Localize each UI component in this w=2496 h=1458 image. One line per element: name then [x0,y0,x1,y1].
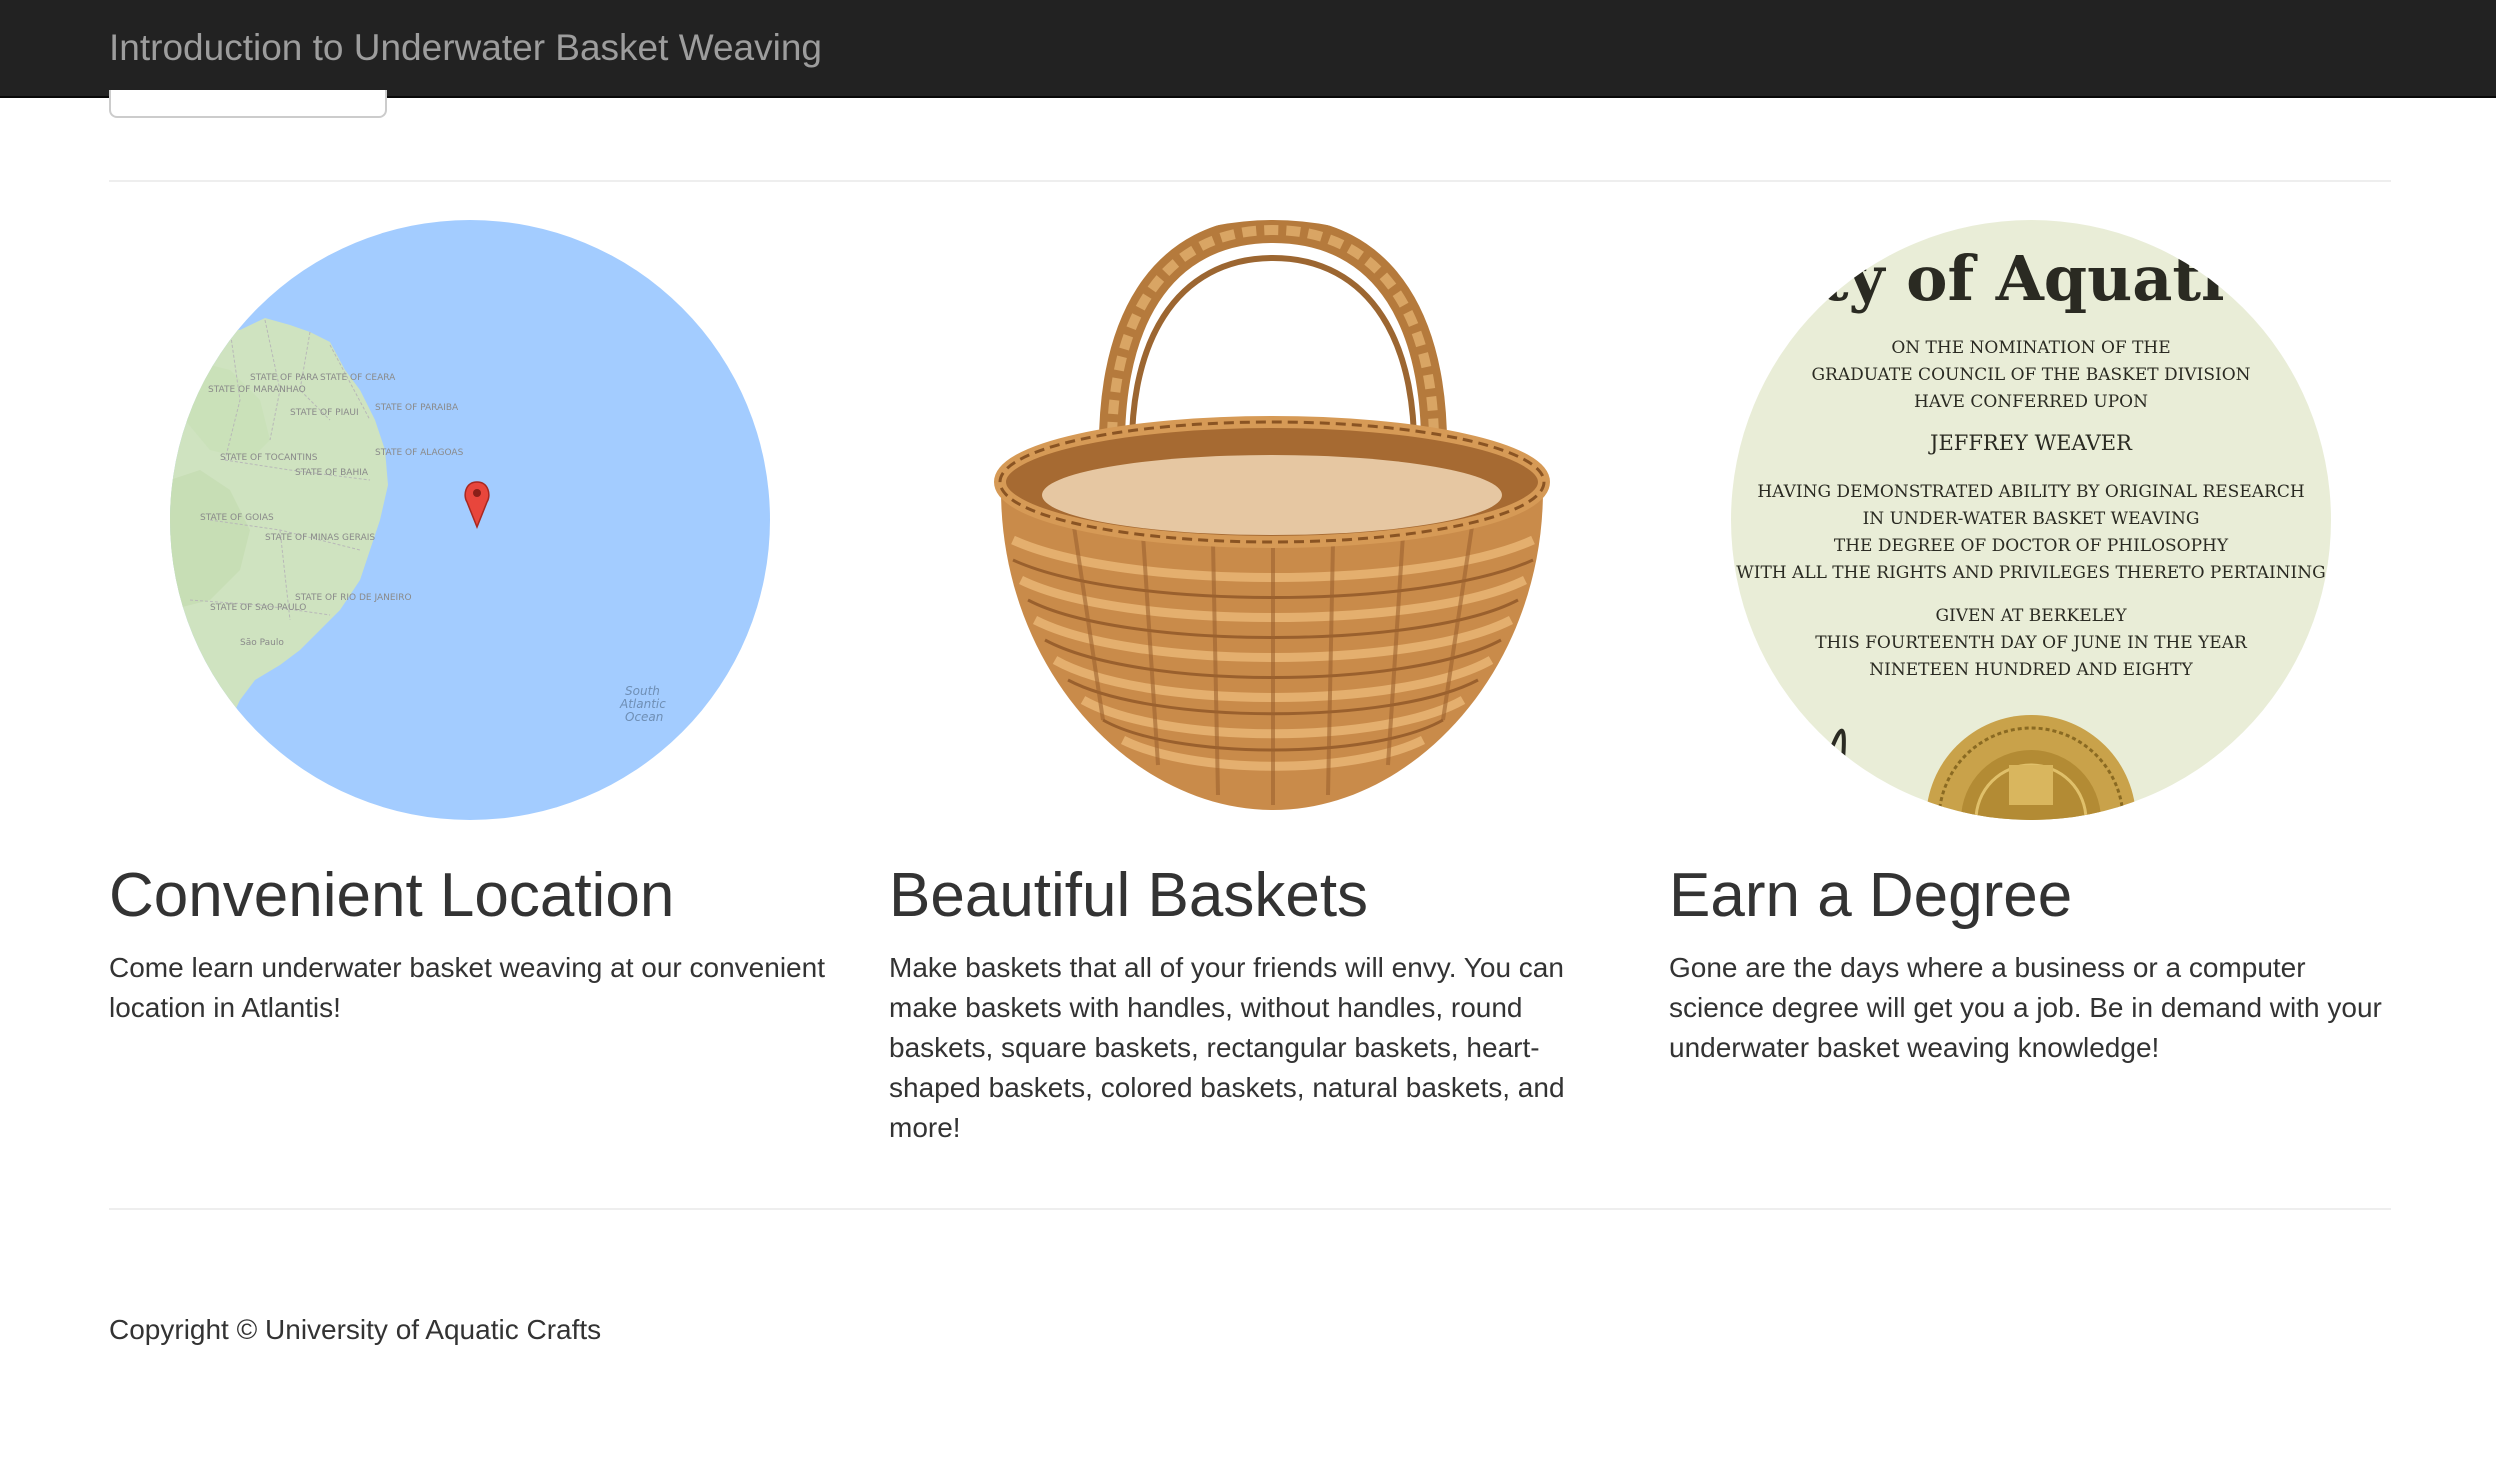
svg-text:HAVING DEMONSTRATED ABILITY BY: HAVING DEMONSTRATED ABILITY BY ORIGINAL … [1757,482,2304,502]
svg-text:STATE OF TOCANTINS: STATE OF TOCANTINS [220,453,318,463]
map-icon: STATE OF PARA STATE OF MARANHAO STATE OF… [170,220,770,820]
top-divider [109,180,2391,182]
svg-text:STATE OF PARA: STATE OF PARA [250,373,319,383]
basket-icon [973,220,1573,820]
svg-text:THIS FOURTEENTH DAY OF JUNE IN: THIS FOURTEENTH DAY OF JUNE IN THE YEAR [1815,633,2248,653]
feature-title: Convenient Location [109,861,675,930]
svg-text:STATE OF BAHIA: STATE OF BAHIA [295,468,369,478]
svg-text:South: South [625,684,660,698]
diploma-icon: rsity of Aquatic C ON THE NOMINATION OF … [1731,220,2331,820]
svg-text:São Paulo: São Paulo [240,638,284,648]
feature-description: Gone are the days where a business or a … [1669,952,2382,1063]
svg-text:THE DEGREE OF DOCTOR OF PHILOS: THE DEGREE OF DOCTOR OF PHILOSOPHY [1834,536,2229,556]
svg-text:STATE OF PIAUI: STATE OF PIAUI [290,408,359,418]
footer-divider [109,1208,2391,1210]
diploma-image: rsity of Aquatic C ON THE NOMINATION OF … [1731,220,2331,820]
navbar-brand[interactable]: Introduction to Underwater Basket Weavin… [109,25,822,71]
svg-text:rsity of Aquatic C: rsity of Aquatic C [1731,242,2331,315]
feature-title: Beautiful Baskets [889,861,1369,930]
basket-image [973,220,1573,820]
svg-text:STATE OF GOIAS: STATE OF GOIAS [200,513,274,523]
feature-title: Earn a Degree [1669,861,2073,930]
svg-text:STATE OF MINAS GERAIS: STATE OF MINAS GERAIS [265,533,375,543]
feature-description: Come learn underwater basket weaving at … [109,952,825,1023]
svg-text:WITH ALL THE RIGHTS AND PRIVIL: WITH ALL THE RIGHTS AND PRIVILEGES THERE… [1736,563,2325,583]
svg-text:STATE OF CEARA: STATE OF CEARA [320,373,396,383]
svg-text:STATE OF SAO PAULO: STATE OF SAO PAULO [210,603,306,613]
collapsed-button[interactable] [109,90,387,118]
svg-text:NINETEEN HUNDRED AND EIGHTY: NINETEEN HUNDRED AND EIGHTY [1869,660,2193,680]
feature-description: Make baskets that all of your friends wi… [889,952,1565,1143]
svg-text:HAVE CONFERRED UPON: HAVE CONFERRED UPON [1914,392,2148,412]
svg-text:GRADUATE COUNCIL OF THE BASKET: GRADUATE COUNCIL OF THE BASKET DIVISION [1811,365,2250,385]
svg-text:Ocean: Ocean [625,710,663,724]
copyright-text: Copyright © University of Aquatic Crafts [109,1314,602,1345]
svg-text:STATE OF ALAGOAS: STATE OF ALAGOAS [375,448,464,458]
svg-text:STATE OF RIO DE JANEIRO: STATE OF RIO DE JANEIRO [295,593,412,603]
svg-text:STATE OF MARANHAO: STATE OF MARANHAO [208,385,306,395]
svg-text:Atlantic: Atlantic [619,697,666,711]
top-navbar: Introduction to Underwater Basket Weavin… [0,0,2496,98]
svg-text:JEFFREY WEAVER: JEFFREY WEAVER [1928,431,2133,455]
svg-text:GIVEN AT BERKELEY: GIVEN AT BERKELEY [1935,606,2127,626]
svg-text:ON THE NOMINATION OF THE: ON THE NOMINATION OF THE [1891,338,2170,358]
svg-text:STATE OF PARAIBA: STATE OF PARAIBA [375,403,459,413]
location-map-image: STATE OF PARA STATE OF MARANHAO STATE OF… [170,220,770,820]
svg-text:IN UNDER-WATER BASKET WEAVING: IN UNDER-WATER BASKET WEAVING [1863,509,2200,529]
